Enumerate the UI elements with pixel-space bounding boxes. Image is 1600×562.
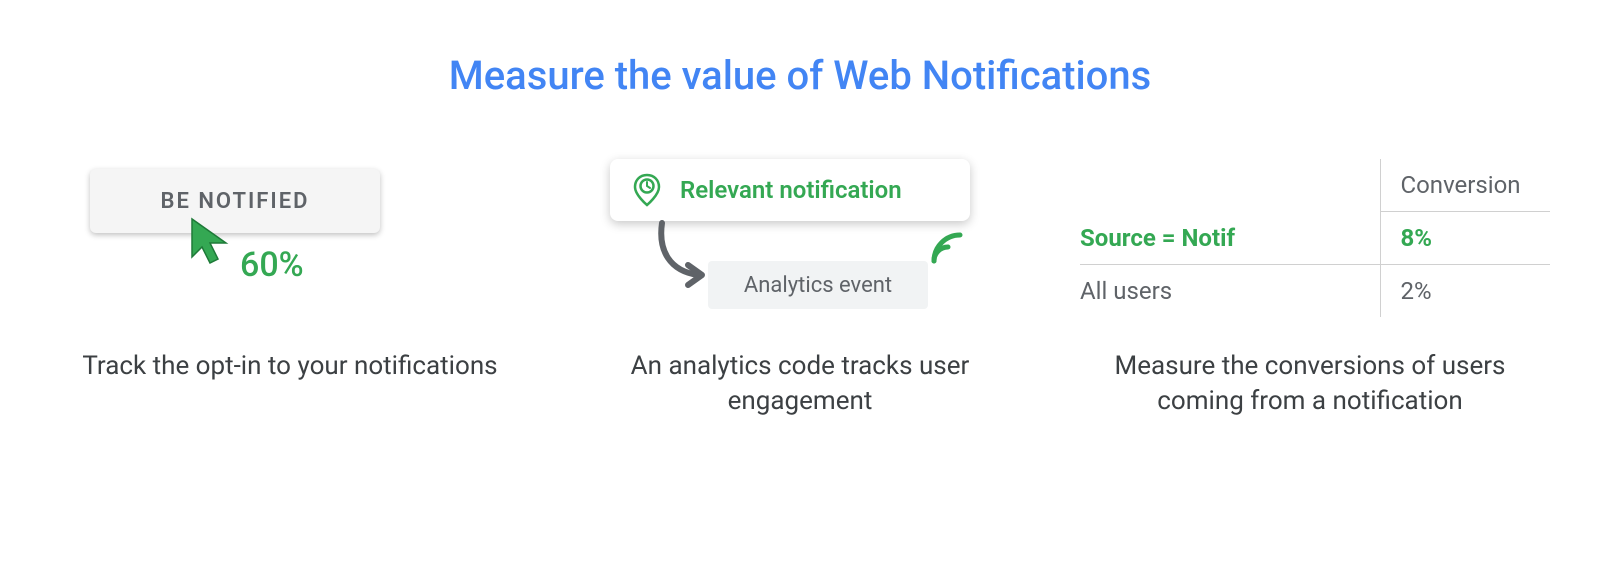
- analytics-event-chip: Analytics event: [708, 261, 928, 309]
- source-label: Source = Notif: [1080, 212, 1380, 265]
- col-conversion: Conversion Source = Notif 8% All users 2…: [1060, 159, 1560, 419]
- header-empty: [1080, 159, 1380, 212]
- illus-optin: BE NOTIFIED 60%: [40, 159, 540, 339]
- notification-label: Relevant notification: [680, 176, 902, 204]
- feed-icon: [930, 231, 964, 265]
- table-header-row: Conversion: [1080, 159, 1550, 212]
- col-optin: BE NOTIFIED 60% Track the opt-in to your…: [40, 159, 540, 419]
- location-clock-icon: [632, 173, 662, 207]
- allusers-label: All users: [1080, 265, 1380, 318]
- caption-conversion: Measure the conversions of users coming …: [1090, 349, 1530, 419]
- col-analytics: Relevant notification Analytics event An…: [550, 159, 1050, 419]
- page-title: Measure the value of Web Notifications: [0, 52, 1600, 99]
- conversion-table: Conversion Source = Notif 8% All users 2…: [1080, 159, 1550, 317]
- table-row-allusers: All users 2%: [1080, 265, 1550, 318]
- caption-optin: Track the opt-in to your notifications: [82, 349, 497, 384]
- illus-analytics: Relevant notification Analytics event: [550, 159, 1050, 339]
- caption-analytics: An analytics code tracks user engagement: [580, 349, 1020, 419]
- columns: BE NOTIFIED 60% Track the opt-in to your…: [0, 159, 1600, 419]
- optin-percentage: 60%: [240, 245, 304, 285]
- analytics-event-label: Analytics event: [744, 273, 892, 298]
- table-row-source: Source = Notif 8%: [1080, 212, 1550, 265]
- be-notified-button[interactable]: BE NOTIFIED: [90, 169, 380, 233]
- source-value: 8%: [1380, 212, 1550, 265]
- illus-conversion: Conversion Source = Notif 8% All users 2…: [1060, 159, 1560, 339]
- cursor-icon: [188, 217, 232, 265]
- notification-card: Relevant notification: [610, 159, 970, 221]
- header-conversion: Conversion: [1380, 159, 1550, 212]
- be-notified-label: BE NOTIFIED: [161, 189, 310, 214]
- allusers-value: 2%: [1380, 265, 1550, 318]
